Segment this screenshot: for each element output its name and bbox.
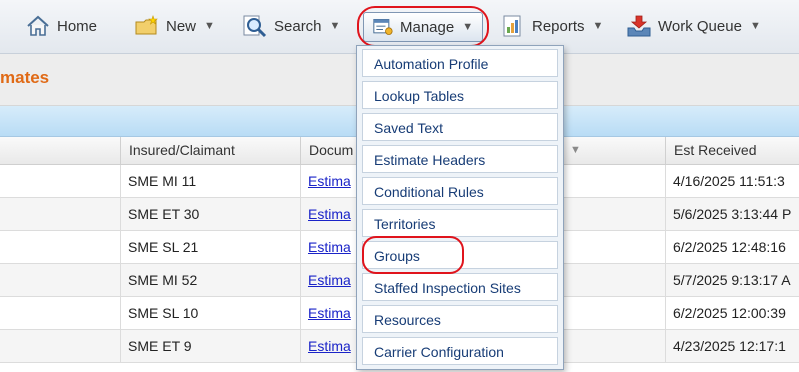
menu-item-lookup-tables[interactable]: Lookup Tables: [362, 81, 558, 109]
menu-item-resources[interactable]: Resources: [362, 305, 558, 333]
manage-menu-button[interactable]: Manage ▼: [363, 12, 484, 42]
document-link[interactable]: Estima: [300, 264, 360, 296]
reports-menu-button[interactable]: Reports ▼: [500, 10, 603, 42]
insured-cell: SME SL 21: [128, 239, 199, 255]
new-menu-button[interactable]: New ▼: [134, 10, 215, 42]
home-label: Home: [57, 17, 98, 35]
search-menu-button[interactable]: Search ▼: [242, 10, 340, 42]
est-received-cell: 5/6/2025 3:13:44 P: [673, 206, 792, 222]
menu-item-automation-profile[interactable]: Automation Profile: [362, 49, 558, 77]
est-received-cell: 4/16/2025 11:51:3: [673, 173, 785, 189]
document-link[interactable]: Estima: [300, 165, 360, 197]
insured-cell: SME MI 52: [128, 272, 198, 288]
manage-caret-icon: ▼: [462, 21, 474, 33]
menu-item-saved-text[interactable]: Saved Text: [362, 113, 558, 141]
est-received-cell: 6/2/2025 12:00:39: [673, 305, 786, 321]
page-title: mates: [0, 68, 50, 87]
new-folder-icon: [135, 15, 158, 35]
manage-icon: [373, 19, 393, 35]
menu-item-carrier-configuration[interactable]: Carrier Configuration: [362, 337, 558, 365]
insured-cell: SME SL 10: [128, 305, 199, 321]
search-caret-icon: ▼: [329, 20, 341, 32]
work-queue-label: Work Queue: [658, 17, 742, 35]
reports-caret-icon: ▼: [592, 20, 604, 32]
new-caret-icon: ▼: [204, 20, 215, 32]
manage-dropdown-menu: Automation Profile Lookup Tables Saved T…: [356, 45, 564, 370]
insured-cell: SME MI 11: [128, 173, 197, 189]
menu-item-staffed-inspection-sites[interactable]: Staffed Inspection Sites: [362, 273, 558, 301]
est-received-cell: 6/2/2025 12:48:16: [673, 239, 786, 255]
home-button[interactable]: Home: [25, 10, 97, 42]
reports-icon: [503, 15, 521, 37]
work-queue-caret-icon: ▼: [749, 20, 761, 32]
sort-arrow-icon[interactable]: ▼: [570, 137, 581, 164]
work-queue-menu-button[interactable]: Work Queue ▼: [626, 10, 761, 42]
home-icon: [27, 15, 49, 36]
document-link[interactable]: Estima: [300, 198, 360, 230]
menu-item-conditional-rules[interactable]: Conditional Rules: [362, 177, 558, 205]
search-icon: [243, 15, 267, 38]
insured-cell: SME ET 30: [128, 206, 200, 222]
document-link[interactable]: Estima: [300, 297, 360, 329]
menu-item-territories[interactable]: Territories: [362, 209, 558, 237]
reports-label: Reports: [532, 17, 585, 35]
inbox-download-icon: [627, 15, 651, 37]
est-received-cell: 5/7/2025 9:13:17 A: [673, 272, 791, 288]
manage-label: Manage: [400, 18, 455, 36]
search-label: Search: [274, 17, 322, 35]
column-header-est-received[interactable]: Est Received: [665, 137, 799, 164]
menu-item-estimate-headers[interactable]: Estimate Headers: [362, 145, 558, 173]
column-header-insured-claimant[interactable]: Insured/Claimant: [120, 137, 300, 164]
menu-item-groups[interactable]: Groups: [362, 241, 558, 269]
new-label: New: [166, 17, 197, 35]
document-link[interactable]: Estima: [300, 330, 360, 362]
insured-cell: SME ET 9: [128, 338, 192, 354]
document-link[interactable]: Estima: [300, 231, 360, 263]
est-received-cell: 4/23/2025 12:17:1: [673, 338, 786, 354]
